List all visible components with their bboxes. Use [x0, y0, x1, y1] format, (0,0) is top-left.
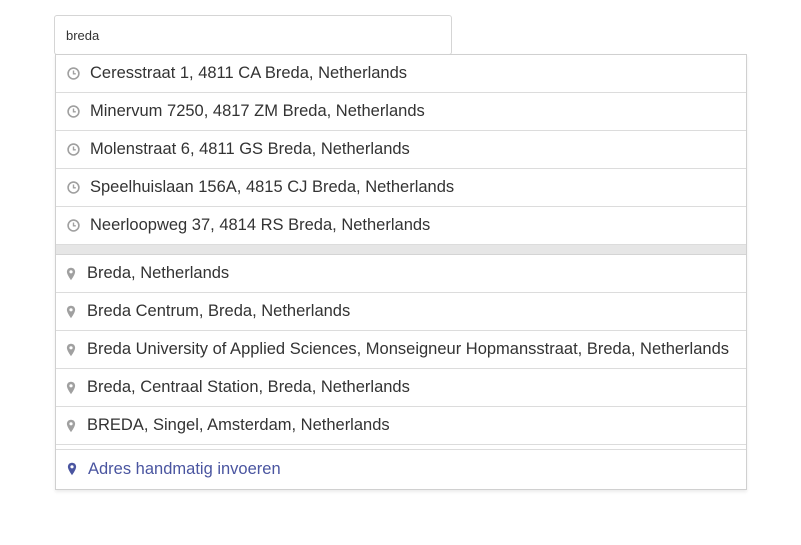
- map-pin-icon: [65, 267, 77, 281]
- recent-result-item[interactable]: Ceresstraat 1, 4811 CA Breda, Netherland…: [56, 55, 746, 93]
- manual-entry-label: Adres handmatig invoeren: [88, 459, 281, 478]
- map-pin-icon: [65, 343, 77, 357]
- clock-icon: [66, 143, 80, 157]
- recent-result-item[interactable]: Neerloopweg 37, 4814 RS Breda, Netherlan…: [56, 207, 746, 245]
- place-result-label: Breda University of Applied Sciences, Mo…: [87, 340, 730, 358]
- clock-icon: [66, 67, 80, 81]
- section-separator: [56, 245, 746, 255]
- recent-result-item[interactable]: Speelhuislaan 156A, 4815 CJ Breda, Nethe…: [56, 169, 746, 207]
- place-result-item[interactable]: Breda Centrum, Breda, Netherlands: [56, 293, 746, 331]
- recent-result-item[interactable]: Minervum 7250, 4817 ZM Breda, Netherland…: [56, 93, 746, 131]
- place-result-label: BREDA, Singel, Amsterdam, Netherlands: [87, 416, 390, 434]
- clock-icon: [66, 181, 80, 195]
- recent-result-item[interactable]: Molenstraat 6, 4811 GS Breda, Netherland…: [56, 131, 746, 169]
- place-result-label: Breda Centrum, Breda, Netherlands: [87, 302, 351, 320]
- place-result-item[interactable]: Breda, Centraal Station, Breda, Netherla…: [56, 369, 746, 407]
- place-result-label: Breda, Netherlands: [87, 264, 230, 282]
- map-pin-icon: [65, 381, 77, 395]
- place-result-label: Breda, Centraal Station, Breda, Netherla…: [87, 378, 410, 396]
- autocomplete-dropdown: Ceresstraat 1, 4811 CA Breda, Netherland…: [55, 54, 747, 490]
- clock-icon: [66, 219, 80, 233]
- recent-result-label: Minervum 7250, 4817 ZM Breda, Netherland…: [90, 102, 425, 120]
- manual-address-entry-link[interactable]: Adres handmatig invoeren: [56, 450, 746, 488]
- recent-result-label: Speelhuislaan 156A, 4815 CJ Breda, Nethe…: [90, 178, 455, 196]
- map-marker-icon: [66, 462, 78, 476]
- place-result-item[interactable]: Breda, Netherlands: [56, 255, 746, 293]
- place-result-item[interactable]: BREDA, Singel, Amsterdam, Netherlands: [56, 407, 746, 445]
- place-result-item[interactable]: Breda University of Applied Sciences, Mo…: [56, 331, 746, 369]
- recent-result-label: Neerloopweg 37, 4814 RS Breda, Netherlan…: [90, 216, 431, 234]
- recent-result-label: Molenstraat 6, 4811 GS Breda, Netherland…: [90, 140, 410, 158]
- recent-result-label: Ceresstraat 1, 4811 CA Breda, Netherland…: [90, 64, 408, 82]
- map-pin-icon: [65, 419, 77, 433]
- map-pin-icon: [65, 305, 77, 319]
- address-search-input[interactable]: [54, 15, 452, 55]
- clock-icon: [66, 105, 80, 119]
